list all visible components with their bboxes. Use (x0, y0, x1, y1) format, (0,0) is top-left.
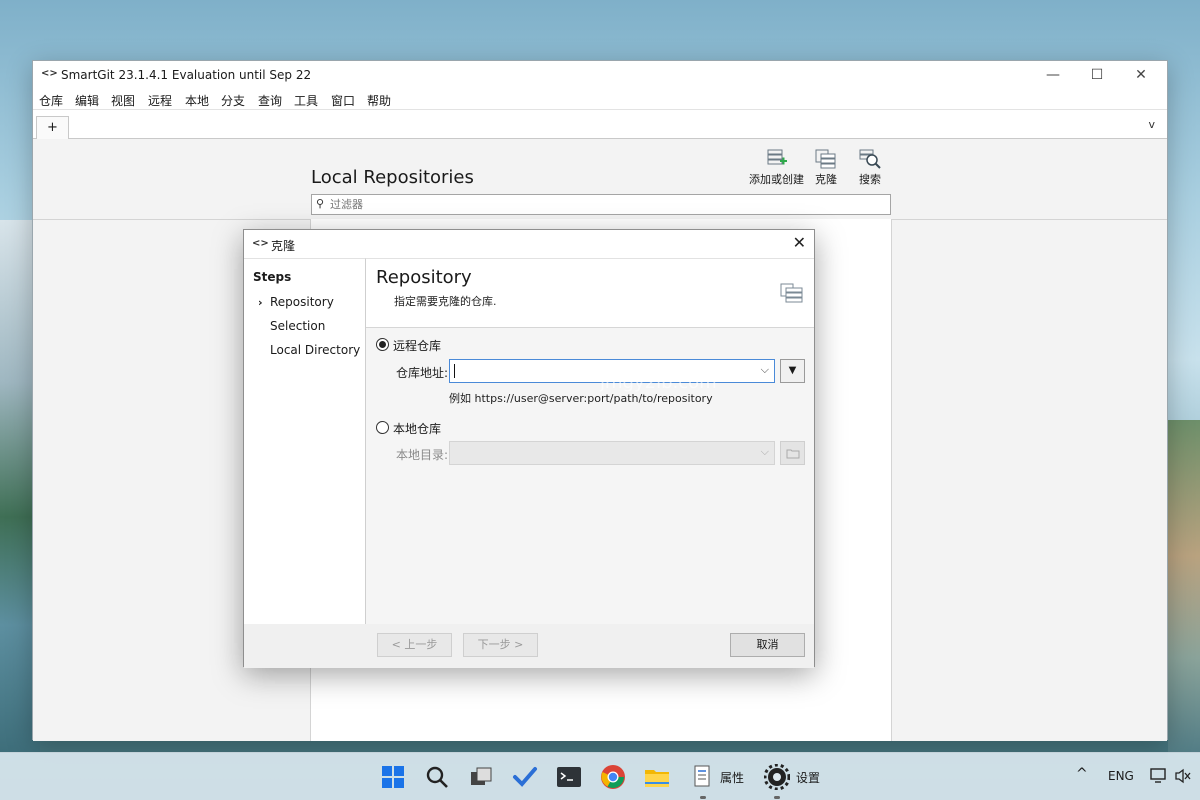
settings-gear-icon[interactable] (764, 764, 790, 790)
repository-list-icon (780, 283, 803, 303)
local-directory-combobox[interactable]: ⌵ (449, 441, 775, 465)
start-icon[interactable] (380, 764, 406, 790)
repository-url-label: 仓库地址: (396, 366, 449, 380)
chrome-icon[interactable] (600, 764, 626, 790)
text-caret (454, 364, 455, 378)
menu-repository[interactable]: 仓库 (39, 92, 63, 109)
clone-form: 远程仓库 仓库地址: ⌵ ▼ 例如 https://user@server:po… (366, 328, 814, 624)
todo-check-icon[interactable] (512, 764, 538, 790)
input-language-indicator[interactable]: ENG (1108, 769, 1134, 783)
steps-title: Steps (253, 270, 292, 284)
local-repository-label: 本地仓库 (393, 422, 442, 436)
menu-view[interactable]: 视图 (111, 92, 135, 109)
menu-local[interactable]: 本地 (185, 92, 209, 109)
search-button[interactable]: 搜索 (859, 149, 881, 187)
clone-button[interactable]: 克隆 (815, 149, 837, 187)
tab-list-dropdown[interactable]: v (1148, 118, 1155, 131)
step-local-directory: Local Directory (270, 343, 361, 357)
add-repository-icon (767, 149, 787, 165)
remote-repository-radio[interactable] (376, 338, 389, 351)
volume-muted-icon[interactable] (1174, 767, 1192, 785)
maximize-button[interactable]: ☐ (1075, 65, 1119, 87)
clone-label: 克隆 (815, 173, 837, 186)
window-title: SmartGit 23.1.4.1 Evaluation until Sep 2… (61, 68, 312, 82)
running-indicator (700, 796, 706, 799)
step-repository: Repository (270, 295, 334, 309)
menu-tools[interactable]: 工具 (294, 92, 318, 109)
watermark: jmgy2lb.com (600, 372, 717, 393)
properties-label[interactable]: 属性 (720, 769, 744, 786)
page-title: Local Repositories (311, 167, 474, 188)
clone-icon (815, 149, 836, 169)
properties-icon[interactable] (690, 764, 716, 790)
search-icon: ⚲ (316, 197, 325, 210)
dialog-title-bar[interactable]: <> 克隆 ✕ (244, 230, 814, 258)
close-dialog-button[interactable]: ✕ (793, 233, 806, 252)
local-directory-label: 本地目录: (396, 448, 449, 462)
title-bar[interactable]: <> SmartGit 23.1.4.1 Evaluation until Se… (33, 61, 1167, 89)
local-directory-input[interactable] (454, 445, 744, 461)
search-repository-icon (859, 149, 881, 169)
menu-query[interactable]: 查询 (258, 92, 282, 109)
tray-chevron-up-icon[interactable]: ^ (1076, 766, 1088, 782)
back-button[interactable]: < 上一步 (377, 633, 452, 657)
local-repository-radio[interactable] (376, 421, 389, 434)
folder-icon (786, 449, 799, 459)
chevron-down-icon[interactable]: ⌵ (761, 363, 769, 377)
dialog-title: 克隆 (271, 239, 296, 253)
chevron-down-icon[interactable]: ⌵ (761, 445, 769, 459)
browse-folder-button[interactable] (780, 441, 805, 465)
next-button[interactable]: 下一步 > (463, 633, 538, 657)
filter-input[interactable] (330, 196, 870, 213)
menu-branch[interactable]: 分支 (221, 92, 245, 109)
add-tab-button[interactable]: + (36, 116, 69, 141)
remote-repository-label: 远程仓库 (393, 339, 442, 353)
file-explorer-icon[interactable] (644, 764, 670, 790)
dialog-description: 指定需要克隆的仓库. (394, 295, 497, 308)
smartgit-logo-icon: <> (252, 238, 269, 249)
menu-window[interactable]: 窗口 (331, 92, 355, 109)
terminal-icon[interactable] (556, 764, 582, 790)
network-icon[interactable] (1150, 767, 1168, 785)
settings-label[interactable]: 设置 (796, 769, 820, 786)
menu-bar: 仓库 编辑 视图 远程 本地 分支 查询 工具 窗口 帮助 (33, 89, 1167, 109)
minimize-button[interactable]: — (1031, 65, 1075, 87)
dialog-heading: Repository (376, 267, 472, 288)
search-label: 搜索 (859, 173, 881, 186)
menu-edit[interactable]: 编辑 (75, 92, 99, 109)
add-or-create-button[interactable]: 添加或创建 (749, 149, 804, 187)
menu-remote[interactable]: 远程 (148, 92, 172, 109)
clone-dialog: <> 克隆 ✕ Steps › Repository Selection Loc… (243, 229, 815, 668)
step-selection: Selection (270, 319, 326, 333)
filter-field[interactable]: ⚲ (311, 194, 891, 215)
taskbar: 属性 设置 ^ ENG (0, 752, 1200, 800)
running-indicator (774, 796, 780, 799)
tab-bar: + v (33, 109, 1167, 141)
menu-help[interactable]: 帮助 (367, 92, 391, 109)
close-window-button[interactable]: ✕ (1119, 65, 1163, 87)
url-history-dropdown-button[interactable]: ▼ (780, 359, 805, 383)
add-or-create-label: 添加或创建 (749, 173, 804, 186)
search-icon[interactable] (424, 764, 450, 790)
current-step-chevron-icon: › (258, 296, 263, 309)
steps-panel: Steps › Repository Selection Local Direc… (244, 258, 366, 624)
cancel-button[interactable]: 取消 (730, 633, 805, 657)
smartgit-logo-icon: <> (41, 68, 58, 79)
dialog-footer: < 上一步 下一步 > 取消 (244, 624, 814, 668)
dialog-header: Repository 指定需要克隆的仓库. (366, 258, 814, 328)
task-view-icon[interactable] (468, 764, 494, 790)
wallpaper-right (1168, 420, 1200, 760)
